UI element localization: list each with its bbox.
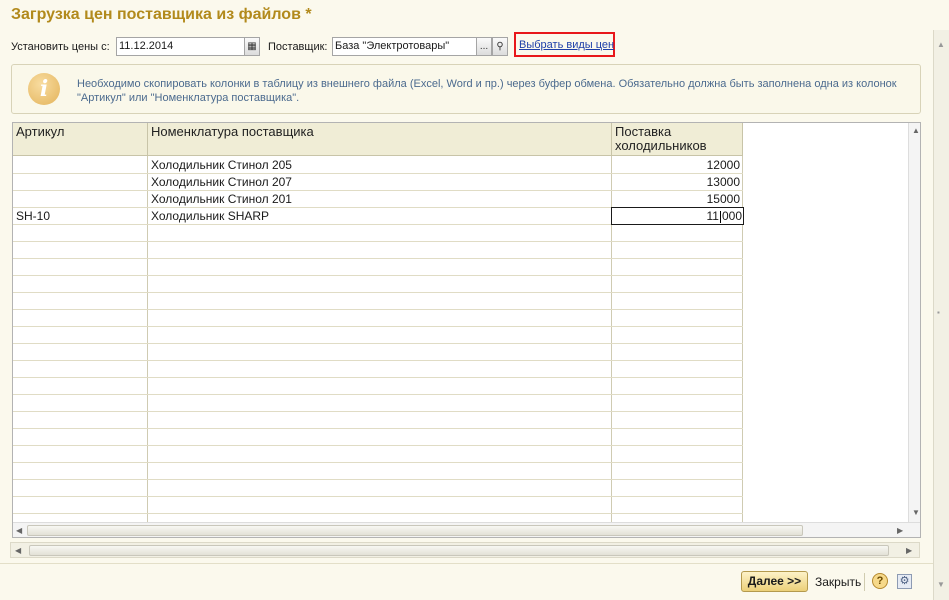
cell-price[interactable]: 15000 bbox=[613, 191, 740, 207]
row-divider bbox=[13, 309, 743, 310]
row-divider bbox=[13, 377, 743, 378]
table-vertical-scrollbar[interactable]: ▲ ▼ bbox=[908, 123, 920, 522]
row-divider bbox=[13, 479, 743, 480]
column-header-price[interactable]: Поставка холодильников bbox=[612, 123, 743, 156]
calendar-button[interactable]: ▦ bbox=[244, 37, 260, 56]
prices-table[interactable]: Артикул Номенклатура поставщика Поставка… bbox=[12, 122, 921, 538]
form-horizontal-scrollbar[interactable]: ◀ ▶ bbox=[10, 542, 920, 558]
row-divider bbox=[13, 411, 743, 412]
cell-price[interactable]: 12000 bbox=[613, 157, 740, 173]
column-header-article[interactable]: Артикул bbox=[13, 123, 148, 156]
row-divider bbox=[13, 275, 743, 276]
scroll-down-icon[interactable]: ▼ bbox=[937, 580, 945, 589]
scroll-left-icon[interactable]: ◀ bbox=[15, 546, 21, 555]
supplier-label: Поставщик: bbox=[268, 41, 328, 53]
form-scrollbar[interactable]: ▲ ▪ ▼ bbox=[933, 30, 949, 600]
next-button[interactable]: Далее >> bbox=[741, 571, 808, 592]
date-label: Установить цены с: bbox=[11, 41, 110, 53]
cell-article[interactable] bbox=[16, 191, 144, 207]
scroll-down-icon[interactable]: ▼ bbox=[912, 508, 920, 517]
supplier-open-button[interactable]: ⚲ bbox=[492, 37, 508, 56]
row-divider bbox=[13, 462, 743, 463]
info-text: Необходимо скопировать колонки в таблицу… bbox=[77, 78, 897, 104]
table-horizontal-scrollbar[interactable]: ◀ ▶ bbox=[13, 522, 920, 537]
page-title: Загрузка цен поставщика из файлов * bbox=[11, 6, 312, 23]
footer-separator bbox=[864, 573, 865, 591]
cell-price-editor[interactable]: 11 000 bbox=[611, 207, 744, 225]
footer-divider bbox=[0, 563, 933, 564]
row-divider bbox=[13, 394, 743, 395]
cell-price[interactable]: 13000 bbox=[613, 174, 740, 190]
cell-article[interactable]: SH-10 bbox=[16, 208, 144, 224]
scroll-right-icon[interactable]: ▶ bbox=[897, 526, 903, 535]
calendar-icon: ▦ bbox=[247, 41, 257, 52]
scroll-up-icon[interactable]: ▲ bbox=[937, 40, 945, 49]
price-text-after-cursor: 000 bbox=[721, 209, 742, 223]
row-divider bbox=[13, 445, 743, 446]
row-divider bbox=[13, 513, 743, 514]
supplier-input[interactable]: База "Электротовары" bbox=[332, 37, 478, 56]
cell-name[interactable]: Холодильник Стинол 207 bbox=[151, 174, 609, 190]
supplier-select-button[interactable]: ... bbox=[476, 37, 492, 56]
text-cursor bbox=[719, 210, 721, 223]
select-price-types-link[interactable]: Выбрать виды цен bbox=[519, 39, 614, 51]
cell-name[interactable]: Холодильник Стинол 201 bbox=[151, 191, 609, 207]
scroll-thumb[interactable] bbox=[27, 525, 803, 536]
row-divider bbox=[13, 496, 743, 497]
scroll-right-icon[interactable]: ▶ bbox=[906, 546, 912, 555]
cell-article[interactable] bbox=[16, 157, 144, 173]
gear-icon[interactable]: ⚙ bbox=[897, 574, 912, 589]
date-input[interactable]: 11.12.2014 bbox=[116, 37, 248, 56]
row-divider bbox=[13, 326, 743, 327]
row-divider bbox=[13, 428, 743, 429]
scroll-up-icon[interactable]: ▲ bbox=[912, 126, 920, 135]
cell-article[interactable] bbox=[16, 174, 144, 190]
price-text-before-cursor: 11 bbox=[706, 209, 719, 223]
column-header-name[interactable]: Номенклатура поставщика bbox=[148, 123, 612, 156]
scroll-grip-icon: ▪ bbox=[937, 308, 940, 317]
cell-name[interactable]: Холодильник Стинол 205 bbox=[151, 157, 609, 173]
row-divider bbox=[13, 360, 743, 361]
scroll-left-icon[interactable]: ◀ bbox=[16, 526, 22, 535]
cell-name[interactable]: Холодильник SHARP bbox=[151, 208, 609, 224]
toolbar: Установить цены с: 11.12.2014 ▦ Поставщи… bbox=[11, 32, 641, 57]
scroll-thumb[interactable] bbox=[29, 545, 889, 556]
help-icon[interactable]: ? bbox=[872, 573, 888, 589]
info-panel: i Необходимо скопировать колонки в табли… bbox=[11, 64, 921, 114]
row-divider bbox=[13, 343, 743, 344]
row-divider bbox=[13, 292, 743, 293]
row-divider bbox=[13, 241, 743, 242]
close-button[interactable]: Закрыть bbox=[815, 575, 861, 589]
column-divider bbox=[147, 156, 148, 522]
row-divider bbox=[13, 258, 743, 259]
info-icon: i bbox=[28, 73, 60, 105]
highlight-frame: Выбрать виды цен bbox=[514, 32, 615, 57]
search-icon: ⚲ bbox=[496, 41, 504, 52]
